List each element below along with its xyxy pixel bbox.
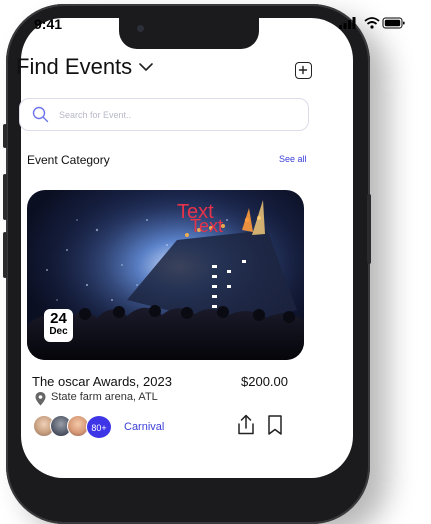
event-location: State farm arena, ATL [51, 391, 158, 403]
bookmark-icon[interactable] [266, 414, 284, 436]
camera-icon [137, 25, 144, 32]
add-event-button[interactable] [295, 62, 312, 79]
battery-icon [382, 17, 405, 29]
chevron-down-icon[interactable] [138, 62, 154, 72]
notch [119, 18, 259, 49]
attendee-count-badge: 80+ [86, 415, 112, 439]
event-card[interactable]: Text Text 24 Dec [27, 190, 304, 360]
volume-up-button [3, 174, 7, 220]
page-title: Find Events [16, 54, 133, 79]
wifi-icon [364, 17, 380, 29]
date-day: 24 [50, 310, 67, 327]
category-tag[interactable]: Carnival [124, 421, 164, 433]
search-input[interactable] [57, 108, 261, 121]
section-title: Event Category [27, 153, 110, 167]
location-pin-icon [35, 392, 46, 406]
event-name: The oscar Awards, 2023 [32, 374, 172, 389]
search-bar[interactable] [19, 98, 309, 131]
search-icon [32, 106, 49, 123]
silent-switch [3, 124, 7, 148]
status-time: 9:41 [34, 16, 63, 32]
event-price: $200.00 [241, 374, 288, 389]
date-month: Dec [49, 326, 68, 337]
volume-down-button [3, 232, 7, 278]
share-icon[interactable] [236, 414, 256, 436]
date-badge: 24 Dec [44, 309, 73, 342]
neon-text-2: Text [190, 216, 223, 236]
power-button [367, 194, 371, 264]
status-icons [339, 17, 405, 29]
plus-icon [298, 65, 308, 75]
signal-icon [339, 17, 356, 29]
see-all-link[interactable]: See all [279, 154, 307, 164]
